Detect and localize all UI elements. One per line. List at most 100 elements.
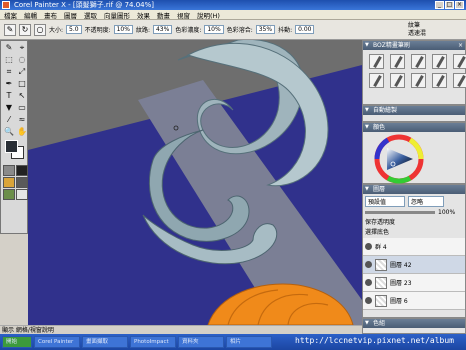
- menu-canvas[interactable]: 畫布: [44, 10, 57, 20]
- brush-variant-8[interactable]: [411, 73, 426, 88]
- color-wheel[interactable]: [363, 132, 466, 184]
- layers-panel-title: 圖層: [373, 186, 386, 193]
- window-controls: _ □ ×: [435, 1, 464, 9]
- menu-select[interactable]: 選取: [84, 10, 97, 20]
- taskbar-button[interactable]: 資料夾: [178, 336, 224, 348]
- composite-select[interactable]: 忽略: [408, 196, 444, 207]
- rotate-icon[interactable]: ↻: [19, 23, 31, 36]
- menu-movie[interactable]: 動畫: [157, 10, 170, 20]
- rect-select-icon[interactable]: ⬚: [3, 54, 15, 65]
- jitter-field[interactable]: 0.00: [295, 25, 315, 34]
- color-swatches[interactable]: [3, 140, 25, 162]
- layer-name: 圖層 23: [390, 280, 412, 287]
- magnifier-icon[interactable]: 🔍: [3, 126, 15, 137]
- crop-icon[interactable]: ⌗: [3, 66, 15, 77]
- panel-close-icon[interactable]: ×: [458, 41, 463, 50]
- close-button[interactable]: ×: [455, 1, 464, 9]
- brush-variant-1[interactable]: [369, 54, 384, 69]
- brush-icon[interactable]: ✎: [3, 42, 15, 53]
- colors-panel: 顏色: [362, 122, 466, 184]
- eyedropper-icon[interactable]: ⁄: [3, 114, 15, 125]
- maximize-button[interactable]: □: [445, 1, 454, 9]
- layer-row[interactable]: 圖層 6: [363, 292, 465, 310]
- paper-selector[interactable]: [3, 165, 15, 176]
- lasso-icon[interactable]: ◌: [16, 54, 28, 65]
- blender-icon[interactable]: ≈: [16, 114, 28, 125]
- menu-help[interactable]: 說明(H): [197, 10, 220, 20]
- menu-edit[interactable]: 編輯: [24, 10, 37, 20]
- brush-variant-9[interactable]: [432, 73, 447, 88]
- nozzle-selector[interactable]: [3, 189, 15, 200]
- grabber-icon[interactable]: ✋: [16, 126, 28, 137]
- menu-window[interactable]: 視窗: [177, 10, 190, 20]
- layer-opacity-slider[interactable]: [365, 211, 435, 214]
- visibility-eye-icon[interactable]: [365, 261, 372, 268]
- resat-field[interactable]: 10%: [204, 25, 224, 34]
- pen-icon[interactable]: ✒: [3, 78, 15, 89]
- layer-row[interactable]: 群 4: [363, 238, 465, 256]
- window-title: Corel Painter X - [頭髮獅子.rif @ 74.04%]: [14, 1, 154, 9]
- brush-variant-7[interactable]: [390, 73, 405, 88]
- text-icon[interactable]: T: [3, 90, 15, 101]
- bucket-icon[interactable]: ▼: [3, 102, 15, 113]
- shape-icon[interactable]: □: [16, 78, 28, 89]
- eraser-icon[interactable]: ▭: [16, 102, 28, 113]
- layer-row[interactable]: 圖層 42: [363, 256, 465, 274]
- blend-mode-select[interactable]: 預設值: [365, 196, 405, 207]
- preserve-transparency-label: 保存透明度: [365, 219, 396, 226]
- look-selector[interactable]: [16, 189, 28, 200]
- auto-paint-panel: 自動繪製: [362, 105, 466, 122]
- transform-icon[interactable]: ⤢: [16, 66, 28, 77]
- color-sets-panel-header[interactable]: 色組: [363, 319, 465, 328]
- layer-name: 圖層 42: [390, 262, 412, 269]
- brush-variant-4[interactable]: [432, 54, 447, 69]
- pattern-selector[interactable]: [16, 165, 28, 176]
- opacity-field[interactable]: 10%: [113, 25, 133, 34]
- layer-thumbnail: [375, 276, 387, 289]
- layers-panel-header[interactable]: 圖層: [363, 185, 465, 194]
- saturation-triangle[interactable]: [387, 148, 413, 170]
- circle-brush-icon[interactable]: ○: [34, 23, 46, 36]
- album-url-watermark: http://lccnetvip.pixnet.net/album: [295, 336, 454, 345]
- layers-panel: 圖層 預設值 忽略 100% 保存透明度 選擇底色 群 4 圖層 42 圖層 2…: [362, 184, 466, 318]
- auto-paint-panel-header[interactable]: 自動繪製: [363, 106, 465, 115]
- menu-file[interactable]: 檔案: [4, 10, 17, 20]
- size-field[interactable]: 5.0: [66, 25, 82, 34]
- colors-panel-header[interactable]: 顏色: [363, 123, 465, 132]
- layer-name: 群 4: [375, 244, 387, 251]
- brush-variant-2[interactable]: [390, 54, 405, 69]
- brush-variant-6[interactable]: [369, 73, 384, 88]
- minimize-button[interactable]: _: [435, 1, 444, 9]
- visibility-eye-icon[interactable]: [365, 297, 372, 304]
- taskbar-button[interactable]: 畫面擷取: [82, 336, 128, 348]
- brush-variant-5[interactable]: [453, 54, 466, 69]
- grain-field[interactable]: 43%: [152, 25, 173, 34]
- weave-selector[interactable]: [16, 177, 28, 188]
- bleed-field[interactable]: 35%: [255, 25, 276, 34]
- visibility-eye-icon[interactable]: [365, 243, 372, 250]
- brush-variant-10[interactable]: [453, 73, 466, 88]
- gradient-selector[interactable]: [3, 177, 15, 188]
- menu-layers[interactable]: 圖層: [64, 10, 77, 20]
- brushes-panel-header[interactable]: BOZ精畫筆刷 ×: [363, 41, 465, 50]
- brush-variant-3[interactable]: [411, 54, 426, 69]
- pick-up-color-checkbox[interactable]: 選擇底色: [363, 227, 465, 238]
- taskbar-button[interactable]: PhotoImpact: [130, 336, 176, 348]
- artwork: [28, 40, 362, 325]
- layer-row[interactable]: 圖層 23: [363, 274, 465, 292]
- menu-shapes[interactable]: 向量圖形: [104, 10, 130, 20]
- property-bar: ✎ ↻ ○ 大小: 5.0 不透明度: 10% 紋路: 43% 色彩濃度: 10…: [0, 20, 466, 40]
- brush-tool-icon[interactable]: ✎: [4, 23, 16, 36]
- foreground-color-swatch[interactable]: [5, 140, 18, 153]
- layer-adjuster-icon[interactable]: ↖: [16, 90, 28, 101]
- dropper-icon[interactable]: ⌖: [16, 42, 28, 53]
- visibility-eye-icon[interactable]: [365, 279, 372, 286]
- menu-effects[interactable]: 效果: [137, 10, 150, 20]
- brushes-panel: BOZ精畫筆刷 ×: [362, 40, 466, 105]
- taskbar-button[interactable]: Corel Painter: [34, 336, 80, 348]
- brush-category-labels: 紋筆 透速混: [408, 22, 426, 38]
- start-button[interactable]: 開始: [2, 336, 32, 348]
- preserve-transparency-checkbox[interactable]: 保存透明度: [363, 216, 465, 227]
- painting-canvas[interactable]: [28, 40, 362, 325]
- taskbar-button[interactable]: 相片: [226, 336, 272, 348]
